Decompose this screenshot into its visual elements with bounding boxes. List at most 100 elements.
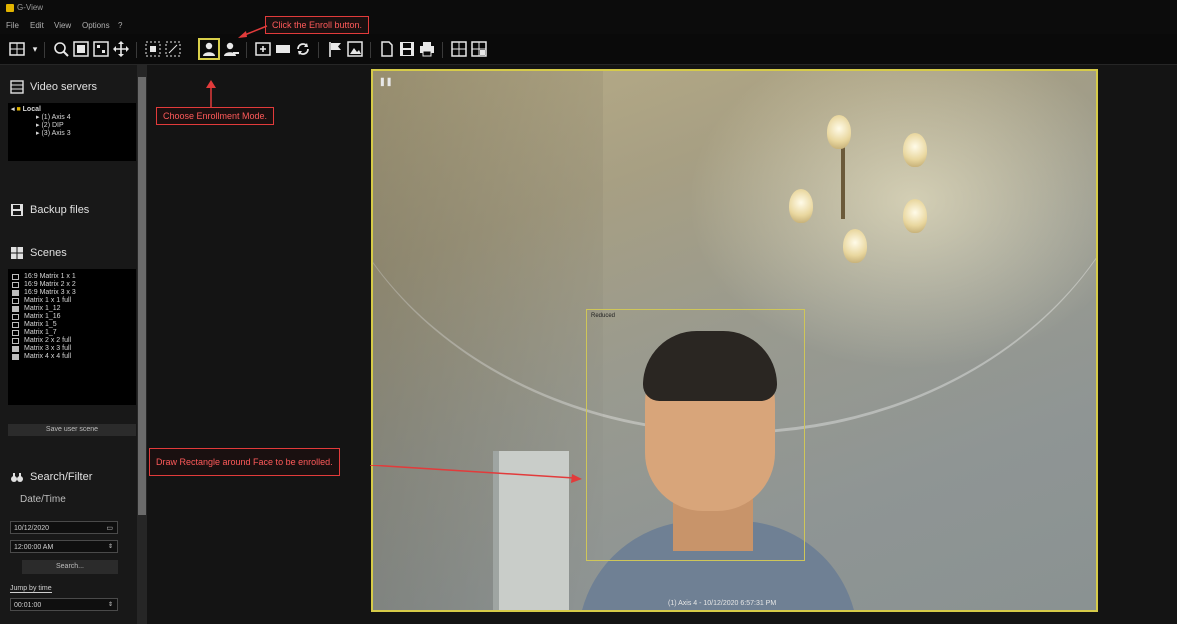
- print-icon[interactable]: [418, 40, 436, 58]
- menu-file[interactable]: File: [6, 21, 19, 30]
- tree-camera-item[interactable]: ▸ (3) Axis 3: [8, 130, 136, 138]
- scene-layout-icon: [12, 282, 19, 288]
- video-servers-header[interactable]: Video servers: [10, 80, 97, 94]
- scene-label: Matrix 3 x 3 full: [24, 345, 72, 352]
- refresh-icon[interactable]: [294, 40, 312, 58]
- callout-enroll-arrow: [238, 25, 268, 38]
- jump-time-field[interactable]: 00:01:00 ⇕: [10, 598, 118, 611]
- grid-icon[interactable]: [92, 40, 110, 58]
- search-button[interactable]: Search...: [22, 560, 118, 574]
- zoom-icon[interactable]: [52, 40, 70, 58]
- video-servers-title: Video servers: [30, 80, 98, 93]
- pause-icon[interactable]: ❚❚: [379, 77, 392, 86]
- add-icon[interactable]: [254, 40, 272, 58]
- calendar-icon[interactable]: ▭: [106, 522, 113, 535]
- menu-options[interactable]: Options: [82, 21, 110, 30]
- scene-layout-icon: [12, 314, 19, 320]
- sidebar-scroll-thumb[interactable]: [138, 77, 146, 515]
- search-filter-header[interactable]: Search/Filter: [10, 470, 92, 484]
- scene-layout-icon: [12, 274, 19, 280]
- video-servers-tree: ◂ ■ Local ▸ (1) Axis 4 ▸ (2) DIP ▸ (3) A…: [8, 103, 136, 161]
- save-user-scene-button[interactable]: Save user scene: [8, 424, 136, 436]
- menu-help[interactable]: ?: [118, 21, 122, 30]
- tree-camera-item[interactable]: ▸ (1) Axis 4: [8, 114, 136, 122]
- chandelier-lamp: [789, 189, 813, 223]
- scene-item[interactable]: 16:9 Matrix 1 x 1: [8, 273, 136, 281]
- scene-label: Matrix 1 x 1 full: [24, 297, 72, 304]
- menu-edit[interactable]: Edit: [30, 21, 44, 30]
- title-bar: G-View: [0, 0, 1177, 18]
- face-selection-rectangle[interactable]: Reduced: [586, 309, 805, 561]
- split-left-icon[interactable]: [450, 40, 468, 58]
- scene-label: 16:9 Matrix 1 x 1: [24, 273, 76, 280]
- scene-layout-icon: [12, 322, 19, 328]
- time-value: 12:00:00 AM: [14, 544, 54, 551]
- scenes-icon: [10, 246, 24, 260]
- tree-root-local[interactable]: ◂ ■ Local: [8, 106, 136, 114]
- tree-camera-item[interactable]: ▸ (2) DIP: [8, 122, 136, 130]
- region-clear-icon[interactable]: [164, 40, 182, 58]
- scene-layout-icon: [12, 330, 19, 336]
- binoculars-icon: [10, 470, 24, 484]
- scene-item[interactable]: 16:9 Matrix 2 x 2: [8, 281, 136, 289]
- scene-item[interactable]: Matrix 4 x 4 full: [8, 353, 136, 361]
- jump-time-value: 00:01:00: [14, 602, 42, 609]
- scenes-title: Scenes: [30, 246, 67, 259]
- backup-files-header[interactable]: Backup files: [10, 203, 89, 217]
- video-viewport[interactable]: Reduced ❚❚ (1) Axis 4 - 10/12/2020 6:57:…: [371, 69, 1098, 612]
- video-timestamp: (1) Axis 4 - 10/12/2020 6:57:31 PM: [668, 600, 777, 607]
- flag-icon[interactable]: [326, 40, 344, 58]
- callout-enrollment-mode: Choose Enrollment Mode.: [156, 107, 275, 125]
- menu-view[interactable]: View: [54, 21, 71, 30]
- time-field[interactable]: 12:00:00 AM ⇕: [10, 540, 118, 553]
- scene-item[interactable]: 16:9 Matrix 3 x 3: [8, 289, 136, 297]
- region-select-icon[interactable]: [144, 40, 162, 58]
- scene-item[interactable]: Matrix 2 x 2 full: [8, 337, 136, 345]
- floppy-disk-icon: [10, 203, 24, 217]
- enrollment-mode-icon[interactable]: [198, 38, 220, 60]
- scene-layout-icon: [12, 346, 19, 352]
- scene-label: Matrix 1_7: [24, 329, 57, 336]
- scene-layout-icon: [12, 338, 19, 344]
- scene-item[interactable]: Matrix 1_16: [8, 313, 136, 321]
- remove-icon[interactable]: [274, 40, 292, 58]
- scene-layout-icon: [12, 354, 19, 360]
- callout-draw-arrow: [370, 465, 582, 483]
- jump-by-time-label: Jump by time: [10, 585, 52, 593]
- date-field[interactable]: 10/12/2020 ▭: [10, 521, 118, 534]
- time-spinner-icon[interactable]: ⇕: [108, 541, 113, 554]
- callout-draw-rectangle: Draw Rectangle around Face to be enrolle…: [149, 448, 340, 476]
- scene-item[interactable]: Matrix 3 x 3 full: [8, 345, 136, 353]
- scene-label: Matrix 1_5: [24, 321, 57, 328]
- callout-mode-arrow: [206, 80, 216, 108]
- scene-item[interactable]: Matrix 1 x 1 full: [8, 297, 136, 305]
- scene-item[interactable]: Matrix 1_5: [8, 321, 136, 329]
- layout-dropdown-icon[interactable]: ▾: [26, 40, 44, 58]
- move-icon[interactable]: [112, 40, 130, 58]
- scene-item[interactable]: Matrix 1_7: [8, 329, 136, 337]
- camera-icon: ▸: [36, 114, 40, 121]
- layout-icon[interactable]: [8, 40, 26, 58]
- camera-label: (2) DIP: [41, 122, 64, 129]
- tree-root-label: Local: [22, 106, 41, 113]
- scenes-list: 16:9 Matrix 1 x 1 16:9 Matrix 2 x 2 16:9…: [8, 269, 136, 405]
- camera-icon: ▸: [36, 122, 40, 129]
- scenes-header[interactable]: Scenes: [10, 246, 67, 260]
- sidebar-scrollbar[interactable]: [137, 65, 147, 624]
- folder-icon: ■: [16, 106, 21, 113]
- date-time-label: Date/Time: [20, 494, 66, 505]
- menu-bar: File Edit View Options ?: [0, 18, 1177, 34]
- app-title: G-View: [17, 3, 44, 12]
- new-file-icon[interactable]: [378, 40, 396, 58]
- scene-layout-icon: [12, 298, 19, 304]
- fit-icon[interactable]: [72, 40, 90, 58]
- enroll-button-icon[interactable]: [222, 40, 240, 58]
- scene-item[interactable]: Matrix 1_12: [8, 305, 136, 313]
- callout-enroll-button: Click the Enroll button.: [265, 16, 370, 34]
- expand-icon[interactable]: ◂: [11, 106, 15, 113]
- scene-label: 16:9 Matrix 2 x 2: [24, 281, 76, 288]
- save-icon[interactable]: [398, 40, 416, 58]
- split-right-icon[interactable]: [470, 40, 488, 58]
- jump-spinner-icon[interactable]: ⇕: [108, 599, 113, 612]
- photo-icon[interactable]: [346, 40, 364, 58]
